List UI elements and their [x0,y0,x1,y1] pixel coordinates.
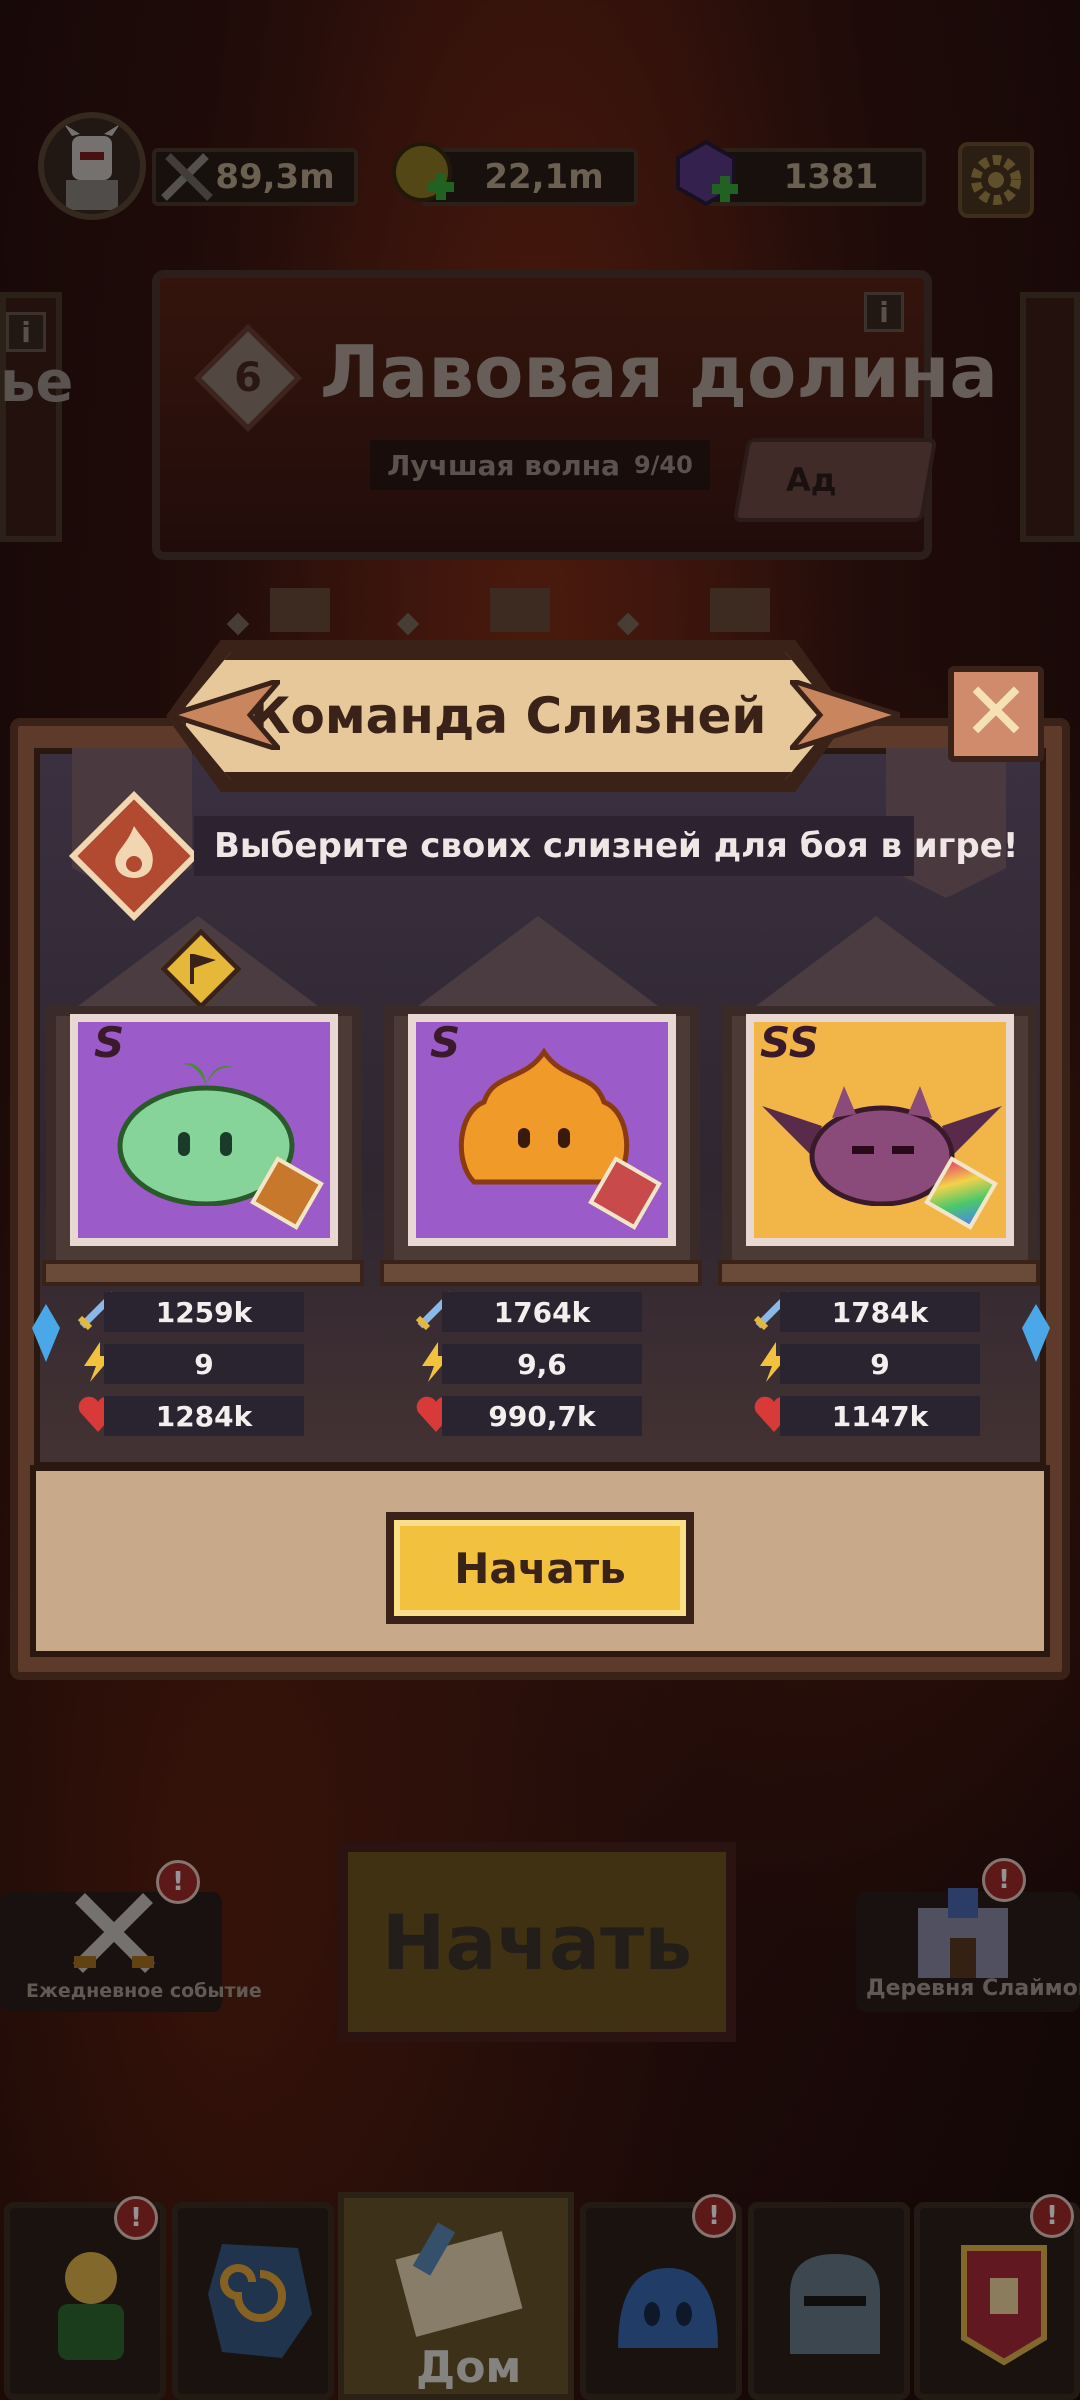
attack-value-3: 1784k [780,1292,980,1332]
banner-right-arrow [790,680,900,750]
speed-value-3: 9 [780,1344,980,1384]
dialog-start-button[interactable]: Начать [386,1512,694,1624]
dialog-hint: Выберите своих слизней для боя в игре! [194,816,1018,876]
banner-left-arrow [170,680,280,750]
speed-value-1: 9 [104,1344,304,1384]
hp-value-2: 990,7k [442,1396,642,1436]
dialog-start-label: Начать [454,1543,626,1593]
close-icon: ✕ [962,665,1030,758]
dialog-title: Команда Слизней [249,687,767,745]
flag-icon [190,954,216,984]
slot-shelf-3 [718,1260,1040,1286]
attack-value-1: 1259k [104,1292,304,1332]
hp-value-3: 1147k [780,1396,980,1436]
slot-shelf-2 [380,1260,702,1286]
flame-glyph [115,826,153,878]
left-crystal-icon [32,1304,60,1362]
attack-value-2: 1764k [442,1292,642,1332]
right-crystal-icon [1022,1304,1050,1362]
speed-value-2: 9,6 [442,1344,642,1384]
hp-value-1: 1284k [104,1396,304,1436]
slot-shelf-1 [42,1260,364,1286]
close-button[interactable]: ✕ [948,666,1044,762]
